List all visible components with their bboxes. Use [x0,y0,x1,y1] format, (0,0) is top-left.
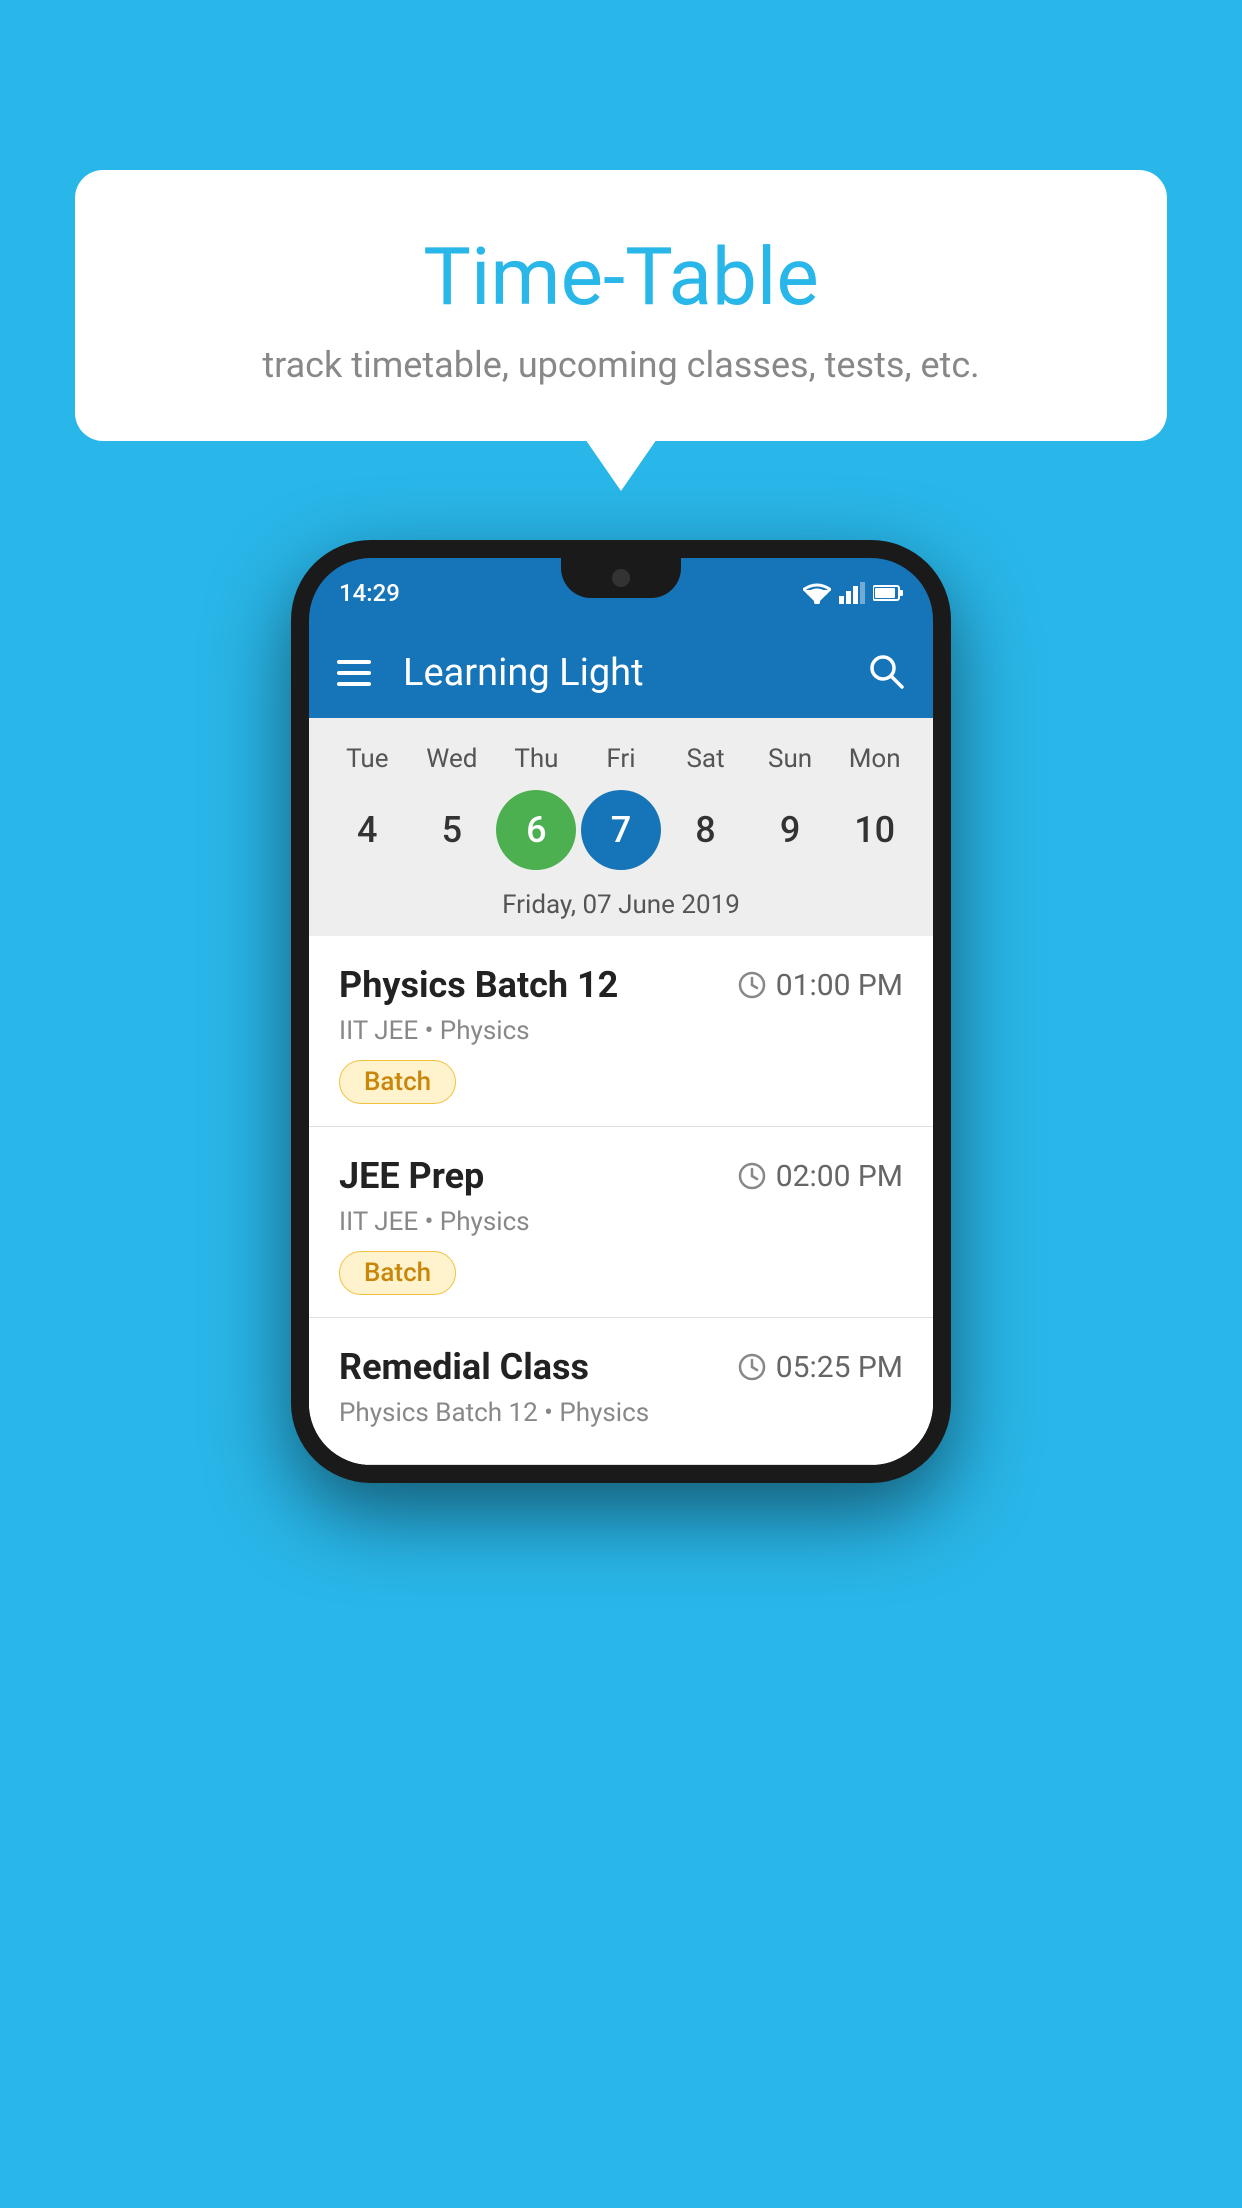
schedule-item-header: JEE Prep 02:00 PM [339,1155,903,1197]
day-header-label: Wed [412,744,492,774]
clock-icon [738,971,766,999]
camera [612,569,630,587]
day-number-8[interactable]: 8 [666,790,746,870]
phone-screen: Learning Light TueWedThuFriSatSunMon 456… [309,628,933,1465]
calendar-section: TueWedThuFriSatSunMon 45678910 Friday, 0… [309,718,933,936]
batch-badge: Batch [339,1251,456,1295]
status-bar: 14:29 [309,558,933,628]
wifi-icon [803,582,831,604]
schedule-item-time: 02:00 PM [738,1159,903,1194]
search-icon[interactable] [867,652,905,694]
schedule-item-time: 05:25 PM [738,1350,903,1385]
day-header-label: Fri [581,744,661,774]
app-bar-title: Learning Light [403,651,843,695]
schedule-item-name: JEE Prep [339,1155,484,1197]
schedule-item[interactable]: Remedial Class 05:25 PM Physics Batch 12… [309,1318,933,1465]
battery-icon [873,584,903,602]
status-icons [803,582,903,604]
day-number-4[interactable]: 4 [327,790,407,870]
day-header-label: Sat [666,744,746,774]
signal-icon [839,582,865,604]
day-number-5[interactable]: 5 [412,790,492,870]
clock-icon [738,1353,766,1381]
schedule-list: Physics Batch 12 01:00 PM IIT JEE • Phys… [309,936,933,1465]
status-time: 14:29 [339,579,400,607]
clock-icon [738,1162,766,1190]
day-number-10[interactable]: 10 [835,790,915,870]
batch-badge: Batch [339,1060,456,1104]
day-number-6[interactable]: 6 [496,790,576,870]
schedule-item-sub: IIT JEE • Physics [339,1016,903,1046]
schedule-item-header: Remedial Class 05:25 PM [339,1346,903,1388]
schedule-item[interactable]: Physics Batch 12 01:00 PM IIT JEE • Phys… [309,936,933,1127]
tooltip-card: Time-Table track timetable, upcoming cla… [75,170,1167,441]
day-header-label: Tue [327,744,407,774]
day-number-9[interactable]: 9 [750,790,830,870]
schedule-item-name: Remedial Class [339,1346,589,1388]
schedule-item-time: 01:00 PM [738,968,903,1003]
phone-mockup: 14:29 [291,540,951,1483]
day-header-label: Thu [496,744,576,774]
tooltip-subtitle: track timetable, upcoming classes, tests… [125,344,1117,386]
day-header-label: Mon [835,744,915,774]
schedule-item-sub: Physics Batch 12 • Physics [339,1398,903,1428]
schedule-item[interactable]: JEE Prep 02:00 PM IIT JEE • Physics Batc… [309,1127,933,1318]
hamburger-icon[interactable] [337,660,371,686]
schedule-item-sub: IIT JEE • Physics [339,1207,903,1237]
day-header-label: Sun [750,744,830,774]
tooltip-title: Time-Table [125,230,1117,324]
schedule-item-header: Physics Batch 12 01:00 PM [339,964,903,1006]
day-headers: TueWedThuFriSatSunMon [309,736,933,782]
notch [561,558,681,598]
phone-outer: 14:29 [291,540,951,1483]
app-bar: Learning Light [309,628,933,718]
selected-date-label: Friday, 07 June 2019 [309,882,933,936]
day-numbers: 45678910 [309,782,933,882]
schedule-item-name: Physics Batch 12 [339,964,618,1006]
day-number-7[interactable]: 7 [581,790,661,870]
